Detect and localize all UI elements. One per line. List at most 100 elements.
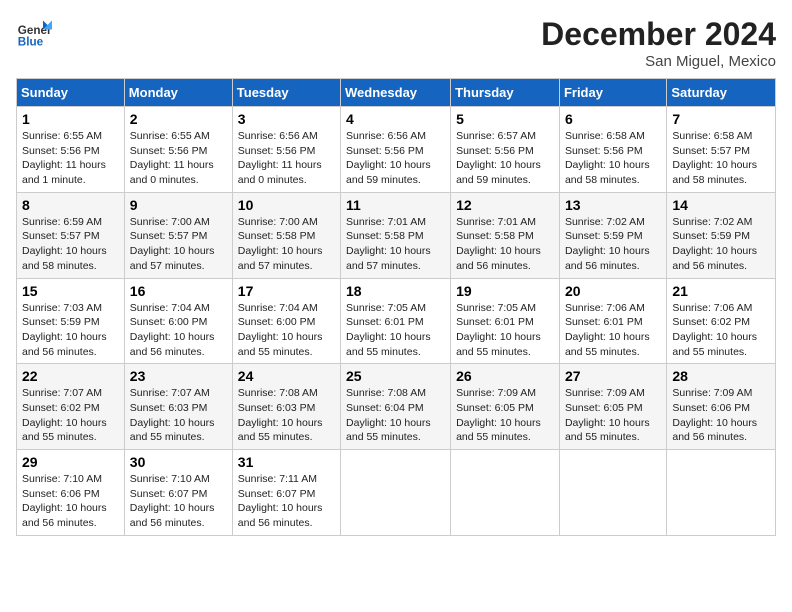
calendar-week-row: 29Sunrise: 7:10 AM Sunset: 6:06 PM Dayli… xyxy=(17,450,776,536)
day-info: Sunrise: 7:06 AM Sunset: 6:01 PM Dayligh… xyxy=(565,301,661,360)
day-number: 26 xyxy=(456,368,554,384)
calendar-cell: 10 Sunrise: 7:00 AM Sunset: 5:58 PM Dayli… xyxy=(232,192,340,278)
calendar-cell: 14 Sunrise: 7:02 AM Sunset: 5:59 PM Dayli… xyxy=(667,192,776,278)
calendar-cell: 12 Sunrise: 7:01 AM Sunset: 5:58 PM Dayli… xyxy=(451,192,560,278)
calendar-cell xyxy=(341,450,451,536)
day-info: Sunrise: 7:03 AM Sunset: 5:59 PM Dayligh… xyxy=(22,301,119,360)
calendar-cell: 19 Sunrise: 7:05 AM Sunset: 6:01 PM Dayli… xyxy=(451,278,560,364)
calendar-cell: 28Sunrise: 7:09 AM Sunset: 6:06 PM Dayli… xyxy=(667,364,776,450)
day-number: 11 xyxy=(346,197,445,213)
day-info: Sunrise: 6:58 AM Sunset: 5:57 PM Dayligh… xyxy=(672,129,770,188)
day-number: 21 xyxy=(672,283,770,299)
calendar-cell: 30 Sunrise: 7:10 AM Sunset: 6:07 PM Dayli… xyxy=(124,450,232,536)
calendar-cell: 11 Sunrise: 7:01 AM Sunset: 5:58 PM Dayli… xyxy=(341,192,451,278)
calendar-cell: 1 Sunrise: 6:55 AM Sunset: 5:56 PM Daylig… xyxy=(17,107,125,193)
day-info: Sunrise: 7:02 AM Sunset: 5:59 PM Dayligh… xyxy=(565,215,661,274)
day-number: 12 xyxy=(456,197,554,213)
day-info: Sunrise: 6:55 AM Sunset: 5:56 PM Dayligh… xyxy=(22,129,119,188)
day-info: Sunrise: 7:05 AM Sunset: 6:01 PM Dayligh… xyxy=(456,301,554,360)
calendar-cell: 9 Sunrise: 7:00 AM Sunset: 5:57 PM Daylig… xyxy=(124,192,232,278)
day-number: 15 xyxy=(22,283,119,299)
calendar-cell: 3 Sunrise: 6:56 AM Sunset: 5:56 PM Daylig… xyxy=(232,107,340,193)
day-number: 2 xyxy=(130,111,227,127)
calendar-cell: 26 Sunrise: 7:09 AM Sunset: 6:05 PM Dayli… xyxy=(451,364,560,450)
calendar-cell: 17Sunrise: 7:04 AM Sunset: 6:00 PM Dayli… xyxy=(232,278,340,364)
calendar-cell: 25 Sunrise: 7:08 AM Sunset: 6:04 PM Dayli… xyxy=(341,364,451,450)
day-number: 4 xyxy=(346,111,445,127)
calendar-cell: 4 Sunrise: 6:56 AM Sunset: 5:56 PM Daylig… xyxy=(341,107,451,193)
calendar-cell: 20 Sunrise: 7:06 AM Sunset: 6:01 PM Dayli… xyxy=(559,278,666,364)
day-number: 17 xyxy=(238,283,335,299)
calendar-cell xyxy=(667,450,776,536)
calendar-table: SundayMondayTuesdayWednesdayThursdayFrid… xyxy=(16,78,776,536)
calendar-cell: 27 Sunrise: 7:09 AM Sunset: 6:05 PM Dayli… xyxy=(559,364,666,450)
column-header-saturday: Saturday xyxy=(667,79,776,107)
logo-icon: General Blue xyxy=(16,16,52,52)
day-info: Sunrise: 6:55 AM Sunset: 5:56 PM Dayligh… xyxy=(130,129,227,188)
day-number: 16 xyxy=(130,283,227,299)
calendar-cell: 15 Sunrise: 7:03 AM Sunset: 5:59 PM Dayli… xyxy=(17,278,125,364)
day-number: 18 xyxy=(346,283,445,299)
day-info: Sunrise: 7:09 AM Sunset: 6:05 PM Dayligh… xyxy=(456,386,554,445)
day-info: Sunrise: 6:58 AM Sunset: 5:56 PM Dayligh… xyxy=(565,129,661,188)
day-number: 31 xyxy=(238,454,335,470)
calendar-cell: 7 Sunrise: 6:58 AM Sunset: 5:57 PM Daylig… xyxy=(667,107,776,193)
calendar-cell: 24 Sunrise: 7:08 AM Sunset: 6:03 PM Dayli… xyxy=(232,364,340,450)
calendar-cell: 5Sunrise: 6:57 AM Sunset: 5:56 PM Daylig… xyxy=(451,107,560,193)
day-info: Sunrise: 7:05 AM Sunset: 6:01 PM Dayligh… xyxy=(346,301,445,360)
day-info: Sunrise: 7:07 AM Sunset: 6:03 PM Dayligh… xyxy=(130,386,227,445)
column-header-sunday: Sunday xyxy=(17,79,125,107)
calendar-cell: 2 Sunrise: 6:55 AM Sunset: 5:56 PM Daylig… xyxy=(124,107,232,193)
day-info: Sunrise: 7:09 AM Sunset: 6:05 PM Dayligh… xyxy=(565,386,661,445)
logo: General Blue xyxy=(16,16,56,52)
day-info: Sunrise: 6:56 AM Sunset: 5:56 PM Dayligh… xyxy=(238,129,335,188)
day-info: Sunrise: 7:00 AM Sunset: 5:57 PM Dayligh… xyxy=(130,215,227,274)
day-number: 5 xyxy=(456,111,554,127)
day-info: Sunrise: 7:08 AM Sunset: 6:03 PM Dayligh… xyxy=(238,386,335,445)
calendar-cell xyxy=(559,450,666,536)
day-number: 20 xyxy=(565,283,661,299)
day-number: 9 xyxy=(130,197,227,213)
day-number: 13 xyxy=(565,197,661,213)
day-number: 27 xyxy=(565,368,661,384)
title-area: December 2024 San Miguel, Mexico xyxy=(541,16,776,70)
day-info: Sunrise: 7:07 AM Sunset: 6:02 PM Dayligh… xyxy=(22,386,119,445)
calendar-week-row: 1 Sunrise: 6:55 AM Sunset: 5:56 PM Daylig… xyxy=(17,107,776,193)
header: General Blue December 2024 San Miguel, M… xyxy=(16,16,776,70)
day-number: 8 xyxy=(22,197,119,213)
day-info: Sunrise: 7:10 AM Sunset: 6:07 PM Dayligh… xyxy=(130,472,227,531)
day-number: 23 xyxy=(130,368,227,384)
day-info: Sunrise: 7:09 AM Sunset: 6:06 PM Dayligh… xyxy=(672,386,770,445)
column-header-monday: Monday xyxy=(124,79,232,107)
month-title: December 2024 xyxy=(541,16,776,53)
day-number: 10 xyxy=(238,197,335,213)
calendar-week-row: 15 Sunrise: 7:03 AM Sunset: 5:59 PM Dayli… xyxy=(17,278,776,364)
column-header-thursday: Thursday xyxy=(451,79,560,107)
calendar-header-row: SundayMondayTuesdayWednesdayThursdayFrid… xyxy=(17,79,776,107)
day-info: Sunrise: 7:01 AM Sunset: 5:58 PM Dayligh… xyxy=(456,215,554,274)
day-number: 3 xyxy=(238,111,335,127)
day-number: 19 xyxy=(456,283,554,299)
day-info: Sunrise: 6:59 AM Sunset: 5:57 PM Dayligh… xyxy=(22,215,119,274)
day-info: Sunrise: 7:01 AM Sunset: 5:58 PM Dayligh… xyxy=(346,215,445,274)
day-info: Sunrise: 7:11 AM Sunset: 6:07 PM Dayligh… xyxy=(238,472,335,531)
day-info: Sunrise: 7:02 AM Sunset: 5:59 PM Dayligh… xyxy=(672,215,770,274)
day-number: 1 xyxy=(22,111,119,127)
day-number: 6 xyxy=(565,111,661,127)
calendar-cell: 31 Sunrise: 7:11 AM Sunset: 6:07 PM Dayli… xyxy=(232,450,340,536)
day-number: 30 xyxy=(130,454,227,470)
location: San Miguel, Mexico xyxy=(541,53,776,70)
calendar-week-row: 22Sunrise: 7:07 AM Sunset: 6:02 PM Dayli… xyxy=(17,364,776,450)
day-info: Sunrise: 7:00 AM Sunset: 5:58 PM Dayligh… xyxy=(238,215,335,274)
day-number: 24 xyxy=(238,368,335,384)
svg-text:Blue: Blue xyxy=(18,36,44,49)
calendar-cell: 29Sunrise: 7:10 AM Sunset: 6:06 PM Dayli… xyxy=(17,450,125,536)
day-info: Sunrise: 7:08 AM Sunset: 6:04 PM Dayligh… xyxy=(346,386,445,445)
day-info: Sunrise: 7:04 AM Sunset: 6:00 PM Dayligh… xyxy=(130,301,227,360)
day-number: 25 xyxy=(346,368,445,384)
calendar-cell: 18 Sunrise: 7:05 AM Sunset: 6:01 PM Dayli… xyxy=(341,278,451,364)
day-number: 7 xyxy=(672,111,770,127)
calendar-cell: 22Sunrise: 7:07 AM Sunset: 6:02 PM Dayli… xyxy=(17,364,125,450)
day-info: Sunrise: 6:56 AM Sunset: 5:56 PM Dayligh… xyxy=(346,129,445,188)
day-number: 14 xyxy=(672,197,770,213)
